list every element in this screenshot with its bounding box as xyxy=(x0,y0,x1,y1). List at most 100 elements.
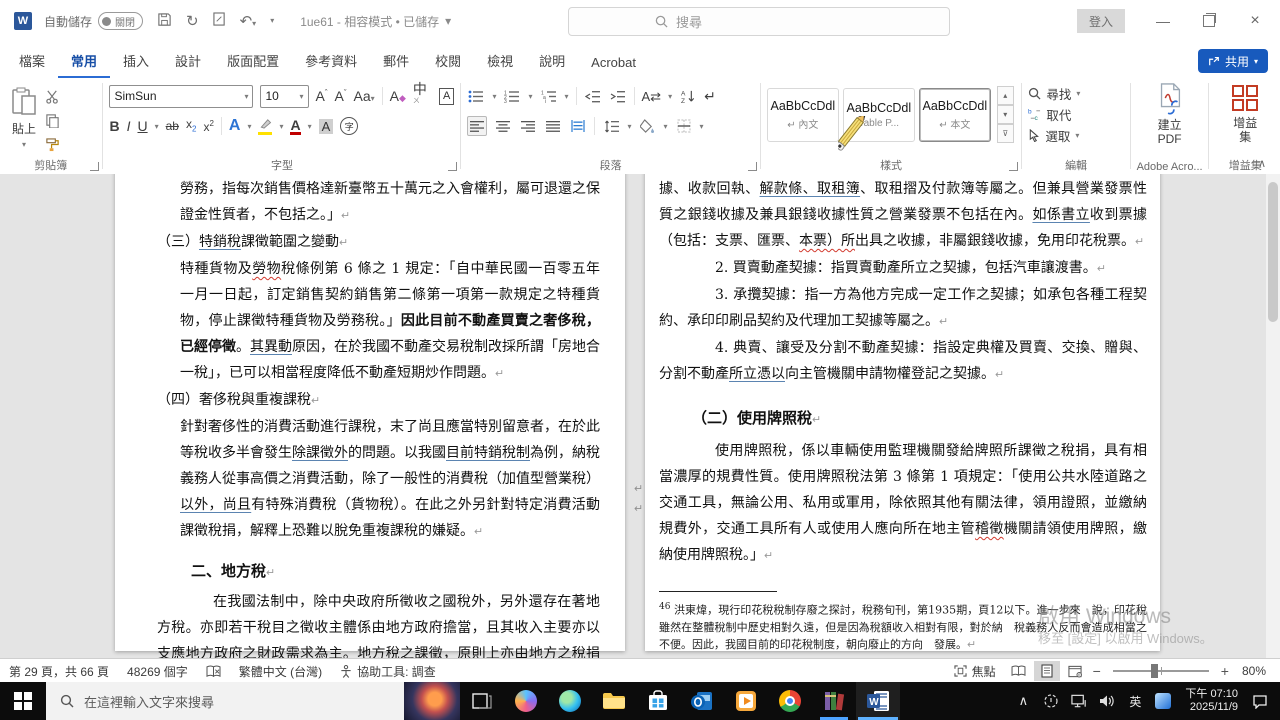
font-name-select[interactable]: SimSun ▾ xyxy=(109,84,254,108)
vertical-scrollbar[interactable] xyxy=(1266,174,1280,658)
search-highlight-image[interactable] xyxy=(404,682,460,720)
highlight-chevron-icon[interactable]: ▾ xyxy=(279,122,283,131)
bullet-chevron-icon[interactable]: ▾ xyxy=(492,92,496,101)
multilevel-list-icon[interactable]: 1ai xyxy=(540,87,558,105)
find-button[interactable]: 尋找 ▾ xyxy=(1028,83,1123,104)
word-count[interactable]: 48269 個字 xyxy=(118,659,197,683)
web-layout-button[interactable]: e xyxy=(1062,661,1088,681)
accessibility-status[interactable]: 協助工具: 調查 xyxy=(331,659,445,683)
share-button[interactable]: 共用 ▾ xyxy=(1197,49,1268,73)
onedrive-icon[interactable] xyxy=(1037,682,1065,720)
cut-icon[interactable] xyxy=(43,87,61,105)
font-dialog-launcher[interactable] xyxy=(448,162,458,171)
potplayer-icon[interactable] xyxy=(724,682,768,720)
grow-font-icon[interactable]: Aˆ xyxy=(316,89,328,103)
underline-chevron-icon[interactable]: ▾ xyxy=(155,122,159,131)
asian-layout-icon[interactable]: A⇄ xyxy=(642,90,662,103)
underline-icon[interactable]: U xyxy=(137,119,147,133)
autosave-toggle[interactable]: 關閉 xyxy=(98,12,144,30)
tab-layout[interactable]: 版面配置 xyxy=(214,43,292,78)
focus-mode-button[interactable]: 焦點 xyxy=(945,659,1005,683)
justify-icon[interactable] xyxy=(544,117,562,135)
addins-button[interactable]: 增益集 xyxy=(1215,83,1275,146)
paragraph-dialog-launcher[interactable] xyxy=(747,162,757,171)
borders-icon[interactable] xyxy=(675,117,693,135)
tray-chevron-icon[interactable]: ∧ xyxy=(1009,682,1037,720)
zoom-slider-thumb[interactable] xyxy=(1150,664,1158,678)
highlight-color-icon[interactable] xyxy=(258,117,273,135)
notes-app-icon[interactable] xyxy=(1149,682,1177,720)
winrar-icon[interactable] xyxy=(812,682,856,720)
taskbar-search[interactable]: 在這裡輸入文字來搜尋 xyxy=(46,682,460,720)
paste-button[interactable]: 貼上 ▾ xyxy=(5,83,43,153)
copy-icon[interactable] xyxy=(43,111,61,129)
tab-review[interactable]: 校閱 xyxy=(422,43,474,78)
style-card-benwen[interactable]: AaBbCcDdl ↵ 本文 xyxy=(918,87,991,142)
clear-formatting-icon[interactable]: A◆ xyxy=(390,89,406,103)
tab-file[interactable]: 檔案 xyxy=(6,43,58,78)
asian-layout-chevron-icon[interactable]: ▾ xyxy=(668,92,672,101)
tab-references[interactable]: 參考資料 xyxy=(292,43,370,78)
character-shading-icon[interactable]: A xyxy=(318,118,334,134)
signin-button[interactable]: 登入 xyxy=(1077,9,1125,33)
replace-button[interactable]: bc 取代 xyxy=(1028,104,1123,125)
multilevel-chevron-icon[interactable]: ▾ xyxy=(565,92,569,101)
zoom-level[interactable]: 80% xyxy=(1233,659,1280,683)
outlook-icon[interactable] xyxy=(680,682,724,720)
tab-mailings[interactable]: 郵件 xyxy=(370,43,422,78)
tab-acrobat[interactable]: Acrobat xyxy=(578,47,649,78)
shading-icon[interactable] xyxy=(638,117,656,135)
word-app-icon[interactable]: W xyxy=(14,12,32,30)
text-effects-icon[interactable]: A xyxy=(229,118,241,134)
word-taskbar-icon[interactable]: W xyxy=(856,682,900,720)
change-case-icon[interactable]: Aa▾ xyxy=(354,89,375,103)
language-indicator[interactable]: 繁體中文 (台灣) xyxy=(230,659,331,683)
superscript-icon[interactable]: x2 xyxy=(203,119,213,133)
number-chevron-icon[interactable]: ▾ xyxy=(528,92,532,101)
search-box[interactable]: 搜尋 xyxy=(568,7,950,36)
chrome-icon[interactable] xyxy=(768,682,812,720)
tab-insert[interactable]: 插入 xyxy=(110,43,162,78)
format-painter-icon[interactable] xyxy=(43,135,61,153)
increase-indent-icon[interactable] xyxy=(609,87,627,105)
edge-icon[interactable] xyxy=(548,682,592,720)
collapse-ribbon-icon[interactable]: ∧ xyxy=(1258,157,1266,170)
borders-chevron-icon[interactable]: ▾ xyxy=(700,122,704,131)
align-center-icon[interactable] xyxy=(494,117,512,135)
tab-design[interactable]: 設計 xyxy=(162,43,214,78)
strikethrough-icon[interactable]: ab xyxy=(166,120,179,132)
styles-scroll-down-icon[interactable]: ▾ xyxy=(996,105,1014,124)
print-preview-icon[interactable] xyxy=(212,12,226,30)
repeat-icon[interactable]: ↻ xyxy=(186,14,199,29)
close-button[interactable]: × xyxy=(1232,0,1278,42)
task-view-button[interactable] xyxy=(460,682,504,720)
store-icon[interactable] xyxy=(636,682,680,720)
bullet-list-icon[interactable] xyxy=(467,87,485,105)
tab-view[interactable]: 檢視 xyxy=(474,43,526,78)
subscript-icon[interactable]: x2 xyxy=(186,118,196,133)
styles-dialog-launcher[interactable] xyxy=(1009,162,1019,171)
align-left-icon[interactable] xyxy=(467,116,488,136)
title-chevron-icon[interactable]: ▾ xyxy=(445,14,451,28)
document-title[interactable]: 1ue61 - 相容模式 • 已儲存 xyxy=(300,13,439,30)
bold-icon[interactable]: B xyxy=(109,119,119,133)
file-explorer-icon[interactable] xyxy=(592,682,636,720)
distribute-icon[interactable] xyxy=(569,117,587,135)
tab-help[interactable]: 說明 xyxy=(526,43,578,78)
minimize-button[interactable]: — xyxy=(1140,0,1186,42)
page-left[interactable]: 勞務，指每次銷售價格達新臺幣五十萬元之入會權利，屬可退還之保證金性質者，不包括之… xyxy=(115,174,625,658)
sort-icon[interactable]: AZ xyxy=(679,87,697,105)
save-icon[interactable] xyxy=(157,12,172,30)
start-button[interactable] xyxy=(0,682,46,720)
ime-indicator[interactable]: 英 xyxy=(1121,682,1149,720)
style-card-neiwen[interactable]: AaBbCcDdl ↵ 內文 xyxy=(766,87,839,142)
clock[interactable]: 下午 07:10 2025/11/9 xyxy=(1177,688,1246,714)
copilot-icon[interactable] xyxy=(504,682,548,720)
page-indicator[interactable]: 第 29 頁，共 66 頁 xyxy=(0,659,118,683)
zoom-out-button[interactable]: − xyxy=(1089,663,1105,679)
styles-more-icon[interactable]: ⊽ xyxy=(996,124,1014,143)
restore-button[interactable] xyxy=(1186,0,1232,42)
phonetic-guide-icon[interactable]: 中ㄨ xyxy=(413,82,432,110)
page-right[interactable]: 據、收款回執、解款條、取租簿、取租摺及付款簿等屬之。但兼具營業發票性質之銀錢收據… xyxy=(645,174,1160,651)
shrink-font-icon[interactable]: Aˇ xyxy=(335,89,347,103)
